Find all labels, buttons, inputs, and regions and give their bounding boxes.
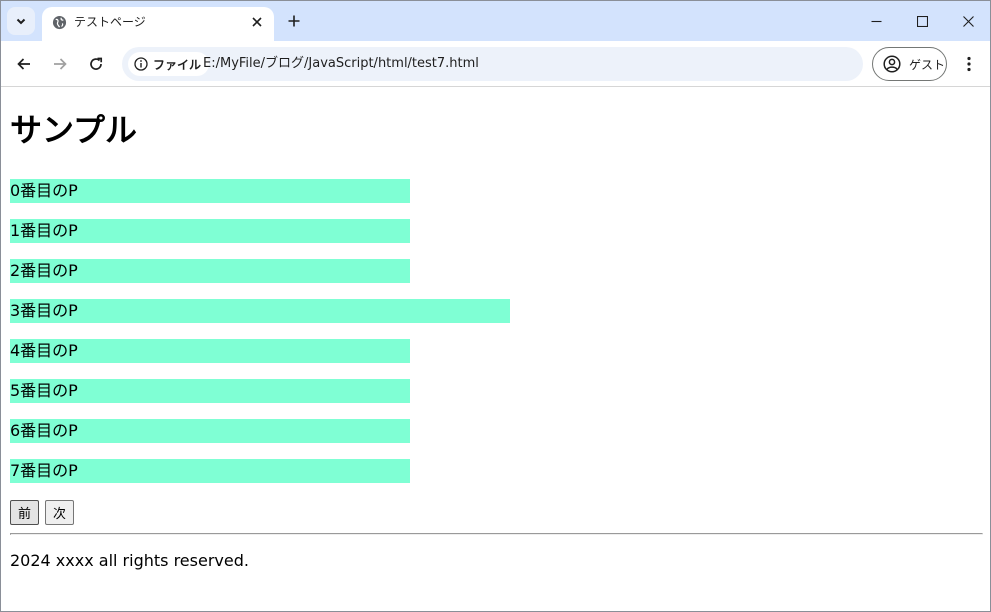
maximize-button[interactable] [899, 1, 945, 41]
tab-search-button[interactable] [7, 7, 35, 35]
address-bar[interactable]: ファイル E:/MyFile/ブログ/JavaScript/html/test7… [122, 47, 863, 81]
account-icon [883, 55, 901, 73]
browser-menu-button[interactable] [956, 51, 982, 77]
paragraph-6: 6番目のP [10, 419, 410, 443]
url-text[interactable]: E:/MyFile/ブログ/JavaScript/html/test7.html [203, 56, 479, 72]
paragraph-4: 4番目のP [10, 339, 410, 363]
forward-button[interactable] [47, 51, 73, 77]
close-icon [252, 17, 262, 27]
next-button[interactable]: 次 [45, 500, 74, 525]
info-icon [134, 57, 148, 71]
tab-close-button[interactable] [248, 13, 266, 31]
profile-button[interactable]: ゲスト [872, 47, 947, 81]
reload-button[interactable] [83, 51, 109, 77]
profile-label: ゲスト [909, 57, 946, 72]
reload-icon [90, 57, 103, 70]
minimize-icon [871, 20, 881, 22]
arrow-right-icon [54, 58, 67, 70]
globe-icon [52, 15, 67, 30]
paragraph-2: 2番目のP [10, 259, 410, 283]
browser-toolbar: ファイル E:/MyFile/ブログ/JavaScript/html/test7… [1, 41, 990, 87]
plus-icon [288, 15, 300, 27]
paragraph-1: 1番目のP [10, 219, 410, 243]
paragraph-7: 7番目のP [10, 459, 410, 483]
tab-title: テストページ [74, 15, 146, 29]
tab-strip: テストページ [1, 1, 990, 41]
close-icon [962, 15, 974, 27]
prev-button[interactable]: 前 [10, 500, 39, 525]
paragraph-5: 5番目のP [10, 379, 410, 403]
browser-window: テストページ ファイル E:/MyFile/ブログ/JavaScript/htm… [0, 0, 991, 612]
paragraph-0: 0番目のP [10, 179, 410, 203]
arrow-left-icon [17, 58, 30, 70]
page-content: サンプル 0番目のP 1番目のP 2番目のP 3番目のP 4番目のP 5番目のP… [2, 88, 990, 611]
paragraph-3-highlighted: 3番目のP [10, 299, 510, 323]
divider [10, 533, 983, 535]
back-button[interactable] [11, 51, 37, 77]
chevron-down-icon [16, 18, 26, 25]
maximize-icon [916, 15, 928, 27]
page-heading: サンプル [10, 111, 138, 149]
site-info-label: ファイル [153, 57, 202, 72]
footer-text: 2024 xxxx all rights reserved. [10, 551, 249, 570]
site-info-chip[interactable]: ファイル [128, 52, 210, 76]
tab-active[interactable]: テストページ [42, 7, 274, 41]
more-vert-icon [967, 56, 971, 72]
window-close-button[interactable] [945, 1, 991, 41]
new-tab-button[interactable] [283, 10, 305, 32]
minimize-button[interactable] [853, 1, 899, 41]
